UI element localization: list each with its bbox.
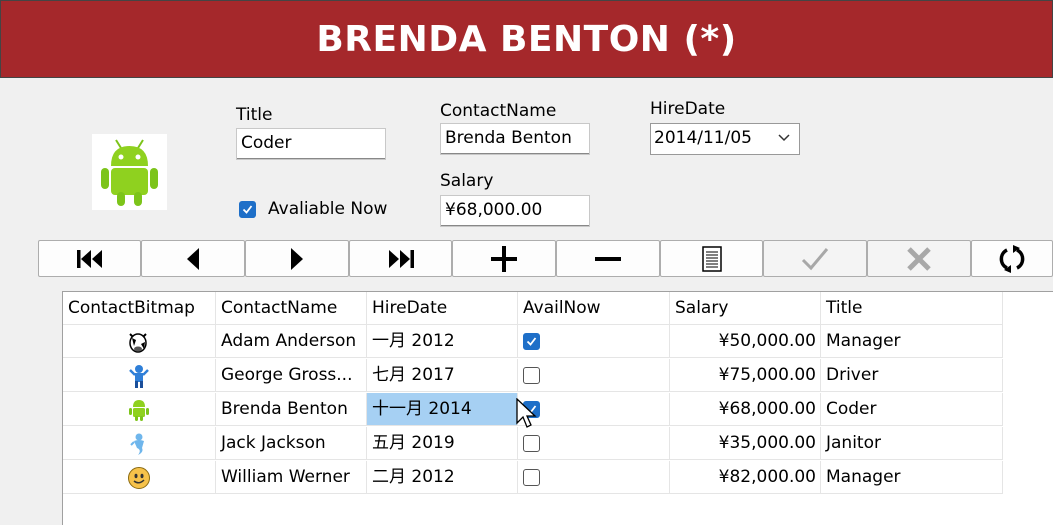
available-now-checkbox[interactable]: [239, 201, 256, 218]
navigation-toolbar: [38, 240, 1053, 278]
edit-record-button[interactable]: [660, 240, 763, 277]
smiley-icon: [128, 467, 150, 489]
hire-date-label: HireDate: [650, 99, 726, 119]
salary-cell[interactable]: ¥68,000.00: [670, 393, 821, 426]
hire-date-value: 2014/11/05: [654, 128, 752, 148]
last-record-button[interactable]: [349, 240, 452, 277]
avail-now-cell[interactable]: [518, 393, 670, 426]
hire-date-cell[interactable]: 五月 2019: [367, 427, 518, 460]
title-cell[interactable]: Manager: [821, 461, 1003, 494]
column-header-contactname[interactable]: ContactName: [216, 292, 367, 325]
hire-date-cell[interactable]: 二月 2012: [367, 461, 518, 494]
save-record-button[interactable]: [763, 240, 867, 277]
genie-icon: [130, 433, 144, 455]
minus-icon: [595, 256, 621, 261]
avail-now-cell[interactable]: [518, 359, 670, 392]
contact-bitmap-cell: [63, 359, 216, 392]
cancel-edit-button[interactable]: [867, 240, 971, 277]
salary-cell[interactable]: ¥75,000.00: [670, 359, 821, 392]
page-title: BRENDA BENTON (*): [316, 18, 737, 60]
android-icon: [129, 400, 149, 421]
contact-name-cell[interactable]: Brenda Benton: [216, 393, 367, 426]
android-icon: [101, 139, 158, 206]
contact-name-cell[interactable]: George Gross...: [216, 359, 367, 392]
blue-figure-icon: [129, 365, 149, 388]
avail-now-cell[interactable]: [518, 325, 670, 358]
salary-label: Salary: [440, 171, 494, 191]
column-header-title[interactable]: Title: [821, 292, 1003, 325]
checkmark-icon: [526, 337, 537, 346]
title-bar: BRENDA BENTON (*): [0, 0, 1053, 78]
salary-cell[interactable]: ¥50,000.00: [670, 325, 821, 358]
hire-date-cell[interactable]: 七月 2017: [367, 359, 518, 392]
avail-now-checkbox[interactable]: [523, 367, 540, 384]
close-icon: [907, 246, 931, 271]
refresh-icon: [999, 244, 1025, 273]
title-cell[interactable]: Driver: [821, 359, 1003, 392]
contact-name-label: ContactName: [440, 101, 557, 121]
refresh-button[interactable]: [971, 240, 1053, 277]
avail-now-checkbox[interactable]: [523, 469, 540, 486]
plus-icon: [491, 245, 517, 272]
cow-icon: [129, 333, 147, 353]
hire-date-picker[interactable]: 2014/11/05: [650, 123, 800, 155]
next-record-button[interactable]: [245, 240, 349, 277]
title-label: Title: [236, 105, 273, 125]
title-field[interactable]: Coder: [236, 128, 386, 160]
previous-icon: [187, 247, 199, 270]
next-icon: [291, 247, 303, 270]
avail-now-checkbox[interactable]: [523, 333, 540, 350]
title-cell[interactable]: Coder: [821, 393, 1003, 426]
contact-name-field[interactable]: Brenda Benton: [440, 123, 590, 155]
checkmark-icon: [242, 205, 253, 214]
chevron-down-icon: [778, 134, 790, 142]
skip-last-icon: [388, 249, 414, 268]
contact-name-cell[interactable]: Adam Anderson: [216, 325, 367, 358]
mouse-cursor-icon: [516, 398, 537, 428]
salary-cell[interactable]: ¥35,000.00: [670, 427, 821, 460]
contact-bitmap-cell: [63, 461, 216, 494]
avail-now-cell[interactable]: [518, 427, 670, 460]
skip-first-icon: [76, 249, 102, 268]
title-cell[interactable]: Manager: [821, 325, 1003, 358]
contact-name-cell[interactable]: William Werner: [216, 461, 367, 494]
contact-bitmap-cell: [63, 427, 216, 460]
add-record-button[interactable]: [452, 240, 556, 277]
column-header-availnow[interactable]: AvailNow: [518, 292, 670, 325]
avail-now-cell[interactable]: [518, 461, 670, 494]
column-header-salary[interactable]: Salary: [670, 292, 821, 325]
salary-field[interactable]: ¥68,000.00: [440, 195, 590, 227]
previous-record-button[interactable]: [141, 240, 245, 277]
available-now-label: Avaliable Now: [268, 199, 388, 219]
column-header-hiredate[interactable]: HireDate: [367, 292, 518, 325]
column-header-contactbitmap[interactable]: ContactBitmap: [63, 292, 216, 325]
document-icon: [701, 245, 722, 272]
hire-date-cell[interactable]: 一月 2012: [367, 325, 518, 358]
contact-avatar: [92, 134, 167, 210]
contacts-grid[interactable]: ContactBitmap ContactName HireDate Avail…: [62, 291, 1053, 525]
first-record-button[interactable]: [38, 240, 141, 277]
title-cell[interactable]: Janitor: [821, 427, 1003, 460]
hire-date-cell-selected[interactable]: 十一月 2014: [367, 393, 518, 426]
avail-now-checkbox[interactable]: [523, 435, 540, 452]
contact-name-cell[interactable]: Jack Jackson: [216, 427, 367, 460]
contact-bitmap-cell: [63, 393, 216, 426]
checkmark-icon: [801, 247, 829, 270]
contact-bitmap-cell: [63, 325, 216, 358]
salary-cell[interactable]: ¥82,000.00: [670, 461, 821, 494]
delete-record-button[interactable]: [556, 240, 660, 277]
